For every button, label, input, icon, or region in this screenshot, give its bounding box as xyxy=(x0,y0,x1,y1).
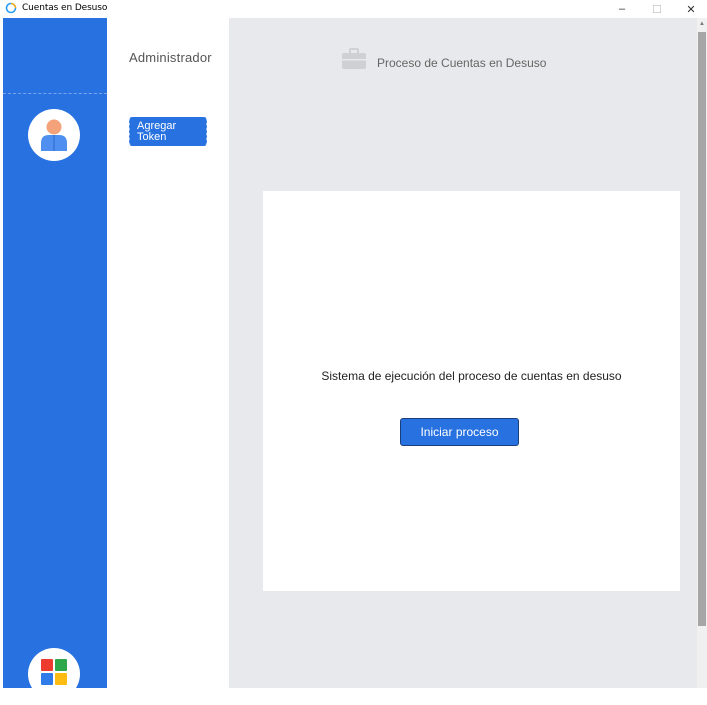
maximize-button[interactable]: ☐ xyxy=(642,0,672,18)
sidebar-divider xyxy=(3,93,107,94)
add-token-button[interactable]: Agregar Token xyxy=(129,117,207,146)
process-card: Sistema de ejecución del proceso de cuen… xyxy=(263,191,680,591)
scroll-up-icon[interactable]: ▲ xyxy=(697,18,707,30)
user-avatar-button[interactable] xyxy=(28,109,80,161)
nav-heading: Administrador xyxy=(129,50,212,65)
add-token-label-line2: Token xyxy=(137,131,167,143)
window-title: Cuentas en Desuso xyxy=(22,3,108,13)
apps-grid-icon xyxy=(41,659,67,685)
nav-column: Administrador Agregar Token xyxy=(107,18,229,688)
app-logo-icon xyxy=(5,2,17,14)
process-description: Sistema de ejecución del proceso de cuen… xyxy=(321,369,622,383)
vertical-scrollbar[interactable]: ▲ xyxy=(697,18,707,688)
scrollbar-thumb[interactable] xyxy=(698,32,706,626)
briefcase-icon xyxy=(342,48,366,69)
start-process-button[interactable]: Iniciar proceso xyxy=(400,418,519,446)
main-content: Proceso de Cuentas en Desuso Sistema de … xyxy=(229,18,697,688)
minimize-button[interactable]: – xyxy=(607,0,637,18)
title-bar: Cuentas en Desuso – ☐ ✕ xyxy=(0,0,707,18)
page-title: Proceso de Cuentas en Desuso xyxy=(377,56,547,70)
user-avatar-icon xyxy=(41,119,67,151)
sidebar xyxy=(3,18,107,700)
close-button[interactable]: ✕ xyxy=(676,0,706,18)
apps-grid-button[interactable] xyxy=(28,648,80,700)
